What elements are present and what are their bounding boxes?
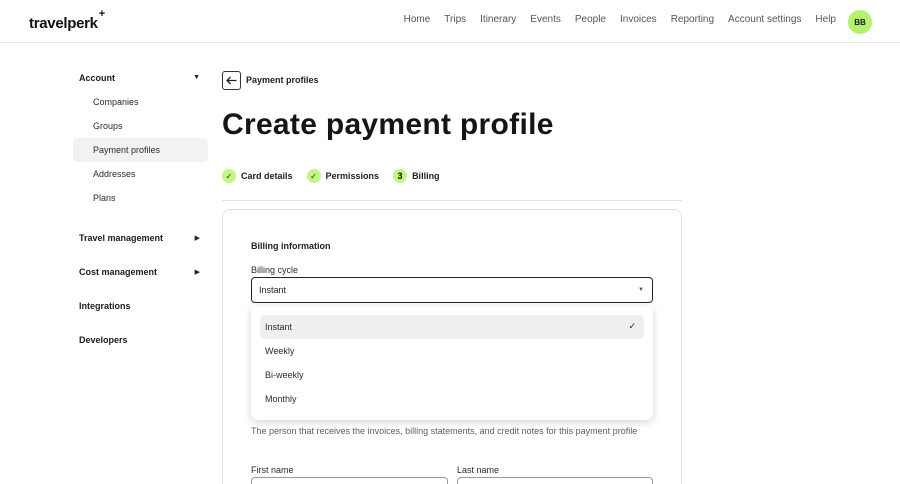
sidebar-item-integrations[interactable]: Integrations	[73, 294, 208, 318]
contact-description: The person that receives the invoices, b…	[251, 426, 638, 436]
option-instant[interactable]: Instant ✓	[260, 315, 644, 339]
last-name-input[interactable]	[457, 477, 653, 484]
billing-cycle-select[interactable]: Instant ▼	[251, 277, 653, 303]
step-label: Billing	[412, 171, 440, 181]
option-monthly[interactable]: Monthly	[260, 387, 644, 411]
option-label: Monthly	[265, 394, 297, 404]
nav-itinerary[interactable]: Itinerary	[480, 14, 516, 25]
option-label: Weekly	[265, 346, 295, 356]
step-label: Card details	[241, 171, 293, 181]
travelperk-logo[interactable]: travelperk+	[29, 8, 105, 32]
settings-sidebar: Account ▼ Companies Groups Payment profi…	[73, 66, 208, 352]
back-button[interactable]	[222, 71, 241, 90]
step-permissions[interactable]: ✓ Permissions	[306, 169, 380, 183]
arrow-left-icon	[226, 76, 237, 85]
nav-invoices[interactable]: Invoices	[620, 14, 657, 25]
first-name-label: First name	[251, 465, 294, 475]
step-number: 3	[393, 169, 408, 183]
step-label: Permissions	[325, 171, 380, 181]
page-title: Create payment profile	[222, 108, 554, 141]
last-name-label: Last name	[457, 465, 500, 475]
sidebar-item-developers[interactable]: Developers	[73, 328, 208, 352]
sidebar-group-cost-management[interactable]: Cost management ▶	[73, 260, 208, 284]
nav-account-settings[interactable]: Account settings	[728, 14, 801, 25]
sidebar-item-groups[interactable]: Groups	[73, 114, 208, 138]
sidebar-group-label: Travel management	[79, 233, 164, 243]
billing-cycle-options: Instant ✓ Weekly Bi-weekly Monthly	[251, 306, 653, 420]
check-icon: ✓	[306, 169, 321, 183]
caret-right-icon: ▶	[194, 235, 200, 242]
option-label: Instant	[265, 322, 293, 332]
nav-home[interactable]: Home	[404, 14, 431, 25]
caret-down-icon: ▼	[193, 74, 200, 81]
dropdown-arrow-icon: ▼	[638, 287, 644, 293]
sidebar-group-label: Account	[79, 73, 115, 83]
nav-events[interactable]: Events	[530, 14, 561, 25]
nav-reporting[interactable]: Reporting	[671, 14, 714, 25]
nav-help[interactable]: Help	[815, 14, 836, 25]
caret-right-icon: ▶	[194, 269, 200, 276]
sidebar-group-travel-management[interactable]: Travel management ▶	[73, 226, 208, 250]
top-navigation-bar: travelperk+ Home Trips Itinerary Events …	[0, 0, 900, 43]
sidebar-item-plans[interactable]: Plans	[73, 186, 208, 210]
sidebar-group-label: Integrations	[79, 301, 131, 311]
breadcrumb[interactable]: Payment profiles	[246, 75, 319, 85]
user-avatar[interactable]: BB	[848, 10, 872, 34]
first-name-input[interactable]	[251, 477, 448, 484]
check-icon: ✓	[628, 321, 636, 331]
step-billing: 3 Billing	[393, 169, 440, 183]
divider	[222, 200, 682, 201]
sidebar-group-account[interactable]: Account ▼	[73, 66, 208, 90]
nav-trips[interactable]: Trips	[444, 14, 466, 25]
option-bi-weekly[interactable]: Bi-weekly	[260, 363, 644, 387]
stepper: ✓ Card details ✓ Permissions 3 Billing	[222, 169, 440, 183]
sidebar-item-addresses[interactable]: Addresses	[73, 162, 208, 186]
step-card-details[interactable]: ✓ Card details	[222, 169, 293, 183]
option-label: Bi-weekly	[265, 370, 304, 380]
billing-cycle-label: Billing cycle	[251, 265, 299, 275]
sidebar-item-payment-profiles[interactable]: Payment profiles	[73, 138, 208, 162]
sidebar-group-label: Cost management	[79, 267, 158, 277]
section-title: Billing information	[251, 241, 331, 251]
select-value: Instant	[259, 285, 287, 295]
nav-people[interactable]: People	[575, 14, 606, 25]
sidebar-item-companies[interactable]: Companies	[73, 90, 208, 114]
main-nav: Home Trips Itinerary Events People Invoi…	[404, 14, 836, 25]
sidebar-group-label: Developers	[79, 335, 128, 345]
option-weekly[interactable]: Weekly	[260, 339, 644, 363]
check-icon: ✓	[222, 169, 236, 183]
